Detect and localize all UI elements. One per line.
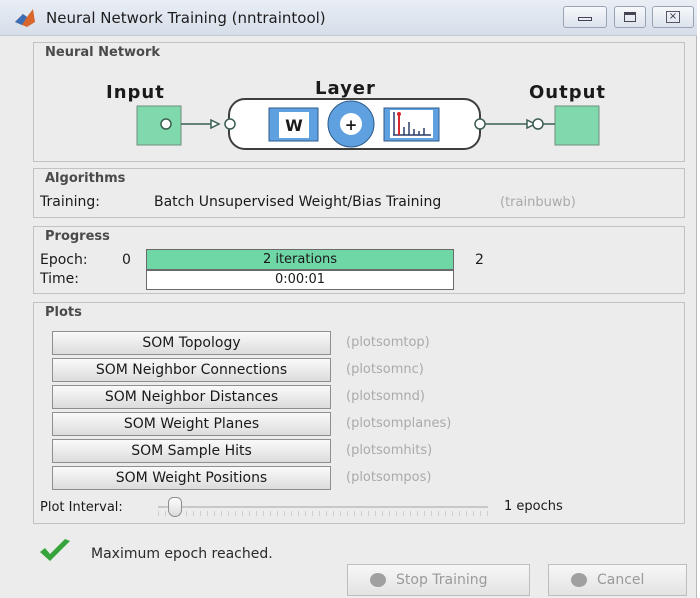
slider-ticks [158, 511, 488, 516]
close-button[interactable]: × [652, 6, 694, 28]
output-label: Output [529, 82, 607, 103]
time-label: Time: [40, 271, 79, 287]
close-icon: × [666, 11, 680, 23]
slider-thumb[interactable] [168, 497, 182, 517]
progress-section-title: Progress [42, 229, 113, 244]
plot-function-0: (plotsomtop) [346, 335, 430, 350]
algorithms-section-title: Algorithms [42, 171, 129, 186]
maximize-button[interactable] [614, 6, 646, 28]
epoch-progress-bar: 2 iterations [146, 249, 454, 270]
training-window: Neural Network Training (nntraintool) × … [0, 0, 697, 598]
training-label: Training: [40, 194, 100, 210]
minimize-icon [578, 17, 592, 21]
plot-function-1: (plotsomnc) [346, 362, 424, 377]
epoch-progress-text: 2 iterations [262, 252, 338, 267]
sum-node-icon: + [327, 100, 375, 148]
plot-interval-slider[interactable] [158, 497, 488, 519]
plot-function-2: (plotsomnd) [346, 389, 425, 404]
plot-function-4: (plotsomhits) [346, 443, 433, 458]
stop-training-label: Stop Training [396, 572, 488, 588]
plot-button-4[interactable]: SOM Sample Hits [52, 439, 331, 463]
plots-section-title: Plots [42, 305, 85, 320]
cancel-label: Cancel [597, 572, 645, 588]
maximize-icon [624, 12, 636, 22]
output-block [554, 105, 600, 146]
training-value: Batch Unsupervised Weight/Bias Training [154, 194, 442, 210]
layer-label: Layer [315, 78, 376, 99]
plot-button-5[interactable]: SOM Weight Positions [52, 466, 331, 490]
minimize-button[interactable] [563, 6, 607, 28]
plot-button-3[interactable]: SOM Weight Planes [52, 412, 331, 436]
algorithms-group: Algorithms Training: Batch Unsupervised … [33, 168, 685, 218]
weight-block: W [268, 107, 319, 142]
input-block [136, 105, 182, 146]
matlab-logo-icon [15, 9, 35, 27]
title-bar: Neural Network Training (nntraintool) × [0, 0, 697, 36]
stop-icon [370, 573, 386, 587]
epoch-start-value: 0 [122, 252, 131, 268]
stop-training-button[interactable]: Stop Training [347, 564, 530, 596]
input-label: Input [106, 82, 165, 103]
plot-button-1[interactable]: SOM Neighbor Connections [52, 358, 331, 382]
plot-interval-value: 1 epochs [504, 499, 563, 514]
training-function: (trainbuwb) [500, 195, 576, 210]
slider-track [158, 506, 488, 508]
window-title: Neural Network Training (nntraintool) [46, 9, 326, 27]
progress-group: Progress Epoch: 0 2 iterations 2 Time: 0… [33, 226, 685, 294]
time-value: 0:00:01 [274, 272, 326, 287]
status-message: Maximum epoch reached. [91, 546, 273, 562]
checkmark-icon [40, 539, 70, 561]
cancel-icon [571, 573, 587, 587]
plot-button-0[interactable]: SOM Topology [52, 331, 331, 355]
cancel-button[interactable]: Cancel [548, 564, 687, 596]
weight-symbol: W [285, 116, 303, 135]
plot-function-5: (plotsompos) [346, 470, 432, 485]
epoch-end-value: 2 [475, 252, 484, 268]
competitive-transfer-icon [383, 107, 440, 142]
plot-button-2[interactable]: SOM Neighbor Distances [52, 385, 331, 409]
plot-interval-label: Plot Interval: [40, 500, 123, 515]
time-field: 0:00:01 [146, 270, 454, 290]
epoch-label: Epoch: [40, 252, 88, 268]
plot-function-3: (plotsomplanes) [346, 416, 452, 431]
plots-group: Plots SOM Topology (plotsomtop) SOM Neighb… [33, 302, 685, 524]
sum-symbol: + [345, 116, 358, 134]
